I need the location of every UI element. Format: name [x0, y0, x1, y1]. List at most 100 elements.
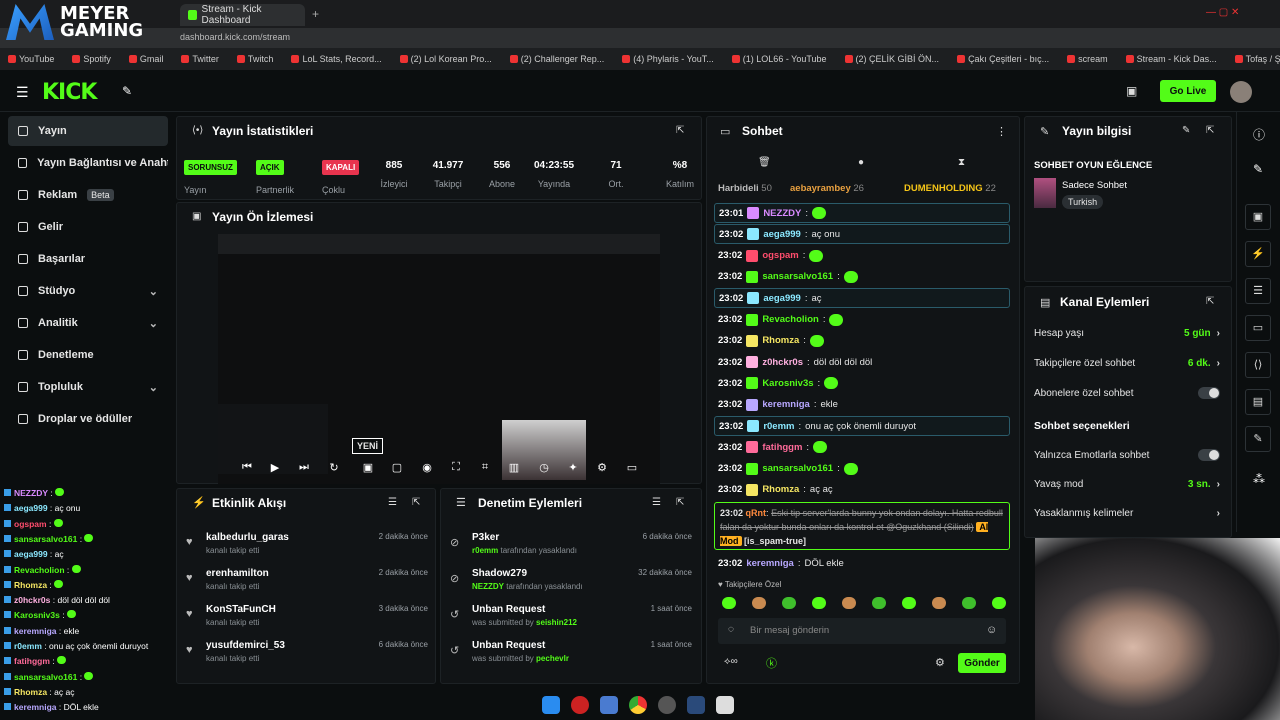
chat-user[interactable]: keremniga	[746, 558, 794, 569]
pip-icon[interactable]: ▢	[390, 461, 404, 475]
go-live-button[interactable]: Go Live	[1160, 80, 1216, 102]
channel-setting-row[interactable]: Hesap yaşı 5 gün ›	[1034, 328, 1220, 339]
chat-bubble-icon[interactable]: ●	[858, 157, 864, 168]
kick-k-icon[interactable]: ⓚ	[766, 655, 777, 671]
bookmark-item[interactable]: Tofaş / Şahin / S /...	[1234, 52, 1280, 66]
emote-icon[interactable]	[722, 597, 736, 609]
bookmark-item[interactable]: Çakı Çeşitleri - bıç...	[957, 52, 1049, 66]
bookmark-item[interactable]: (2) Lol Korean Pro...	[399, 52, 492, 66]
stats-icon[interactable]: ⟨⟩	[1245, 352, 1271, 378]
emote-icon[interactable]	[752, 597, 766, 609]
camera-icon[interactable]: ▣	[361, 461, 375, 475]
bookmark-item[interactable]: (4) Phylaris - YouT...	[622, 52, 714, 66]
chat-user[interactable]: aega999	[763, 229, 801, 240]
chat-user[interactable]: sansarsalvo161	[762, 271, 833, 282]
emote-icon[interactable]	[902, 597, 916, 609]
lightning-icon[interactable]: ⚡	[1245, 241, 1271, 267]
app-icon[interactable]	[571, 696, 589, 714]
pencil-icon[interactable]: ✎	[1253, 162, 1263, 176]
chat-user[interactable]: Karosniv3s	[762, 378, 813, 389]
settings-gear-icon[interactable]: ⚙	[935, 656, 945, 669]
emote-icon[interactable]	[782, 597, 796, 609]
bookmark-item[interactable]: Stream - Kick Das...	[1125, 52, 1217, 66]
chat-input[interactable]: ◌ Bir mesaj gönderin ☺	[718, 618, 1006, 644]
chat-user[interactable]: NEZZDY	[763, 208, 801, 219]
channel-setting-row[interactable]: Yalnızca Emotlarla sohbet	[1034, 449, 1220, 461]
emote-icon[interactable]	[842, 597, 856, 609]
fast-forward-icon[interactable]: ⏭	[297, 461, 311, 475]
chat-icon[interactable]: ▭	[1245, 315, 1271, 341]
leaderboard-entry[interactable]: Harbideli 50	[718, 183, 772, 194]
theater-icon[interactable]: ▭	[625, 461, 639, 475]
edit-icon[interactable]: ✎	[1182, 125, 1190, 136]
sidebar-item[interactable]: Analitik ⌄	[8, 308, 168, 338]
bookmark-item[interactable]: Spotify	[72, 52, 111, 66]
sidebar-item[interactable]: Gelir	[8, 212, 168, 242]
steam-icon[interactable]	[687, 696, 705, 714]
filter-icon[interactable]: ☰	[652, 497, 661, 508]
channel-setting-row[interactable]: Yasaklanmış kelimeler ›	[1034, 508, 1220, 519]
expand-icon[interactable]: ⇱	[412, 497, 420, 508]
emoji-icon[interactable]: ☺	[986, 624, 997, 636]
sidebar-item[interactable]: Droplar ve ödüller	[8, 404, 168, 434]
hourglass-icon[interactable]: ⧗	[958, 157, 965, 168]
bookmark-item[interactable]: Twitch	[236, 52, 273, 66]
moderator-name[interactable]: NEZZDY	[472, 582, 504, 591]
emote-icon[interactable]	[812, 597, 826, 609]
window-controls[interactable]: — ▢ ✕	[1206, 7, 1239, 18]
hamburger-menu-icon[interactable]: ☰	[16, 84, 29, 101]
share-icon[interactable]: ⁂	[1253, 472, 1265, 486]
emote-icon[interactable]	[872, 597, 886, 609]
loop-icon[interactable]: ↻	[327, 461, 341, 475]
sparkle-icon[interactable]: ✦	[566, 461, 580, 475]
chat-user[interactable]: fatihggm	[762, 442, 802, 453]
leaderboard-entry[interactable]: aebayrambey 26	[790, 183, 864, 194]
bookmark-item[interactable]: scream	[1067, 52, 1108, 66]
info-icon[interactable]: ⓘ	[1253, 126, 1265, 143]
emote-icon[interactable]	[962, 597, 976, 609]
list-icon[interactable]: ☰	[1245, 278, 1271, 304]
expand-icon[interactable]: ⇱	[1206, 296, 1214, 307]
filter-icon[interactable]: ☰	[388, 497, 397, 508]
moderator-name[interactable]: pechevlr	[536, 654, 569, 663]
emote-icon[interactable]	[932, 597, 946, 609]
bookmark-item[interactable]: (2) Challenger Rep...	[509, 52, 604, 66]
bookmark-item[interactable]: Twitter	[181, 52, 219, 66]
moderator-name[interactable]: r0emm	[472, 546, 498, 555]
bookmark-item[interactable]: LoL Stats, Record...	[291, 52, 382, 66]
play-icon[interactable]: ▶	[268, 461, 282, 475]
rewind-icon[interactable]: ⏮	[240, 461, 254, 475]
stream-preview-video[interactable]	[218, 234, 660, 484]
pin-icon[interactable]: ✎	[122, 84, 132, 98]
chat-user[interactable]: Rhomza	[762, 484, 799, 495]
chat-user[interactable]: aega999	[763, 293, 801, 304]
infinity-icon[interactable]: ⟡∞	[724, 656, 738, 667]
more-icon[interactable]: ⋮	[996, 125, 1007, 138]
record-icon[interactable]: ◉	[420, 461, 434, 475]
channel-icon[interactable]: ▤	[1245, 389, 1271, 415]
leaderboard-entry[interactable]: DUMENHOLDING 22	[904, 183, 996, 194]
sidebar-item[interactable]: Reklam Beta	[8, 180, 168, 210]
clip-icon[interactable]: ▥	[507, 461, 521, 475]
send-button[interactable]: Gönder	[958, 653, 1006, 673]
sidebar-item[interactable]: Yayın Bağlantısı ve Anahtarı	[8, 148, 168, 178]
toggle-switch[interactable]	[1198, 449, 1220, 461]
moderator-name[interactable]: seishin212	[536, 618, 577, 627]
chat-user[interactable]: ogspam	[762, 250, 798, 261]
bookmark-item[interactable]: Gmail	[128, 52, 163, 66]
sidebar-item[interactable]: Yayın	[8, 116, 168, 146]
sidebar-item[interactable]: Stüdyo ⌄	[8, 276, 168, 306]
app-icon[interactable]	[600, 696, 618, 714]
panel-toggle-icon[interactable]: ▣	[1245, 204, 1271, 230]
chat-user[interactable]: Revacholion	[762, 314, 819, 325]
chat-user[interactable]: r0emm	[763, 421, 794, 432]
chat-user[interactable]: z0hckr0s	[762, 357, 803, 368]
bookmark-item[interactable]: (2) ÇELİK GİBİ ÖN...	[844, 52, 939, 66]
timer-icon[interactable]: ◷	[537, 461, 551, 475]
wrench-icon[interactable]: ✎	[1245, 426, 1271, 452]
settings-gear-icon[interactable]: ⚙	[595, 461, 609, 475]
bookmark-item[interactable]: (1) LOL66 - YouTube	[731, 52, 827, 66]
kick-logo[interactable]: KICK	[42, 80, 97, 105]
chrome-icon[interactable]	[629, 696, 647, 714]
avatar[interactable]	[1230, 81, 1252, 103]
